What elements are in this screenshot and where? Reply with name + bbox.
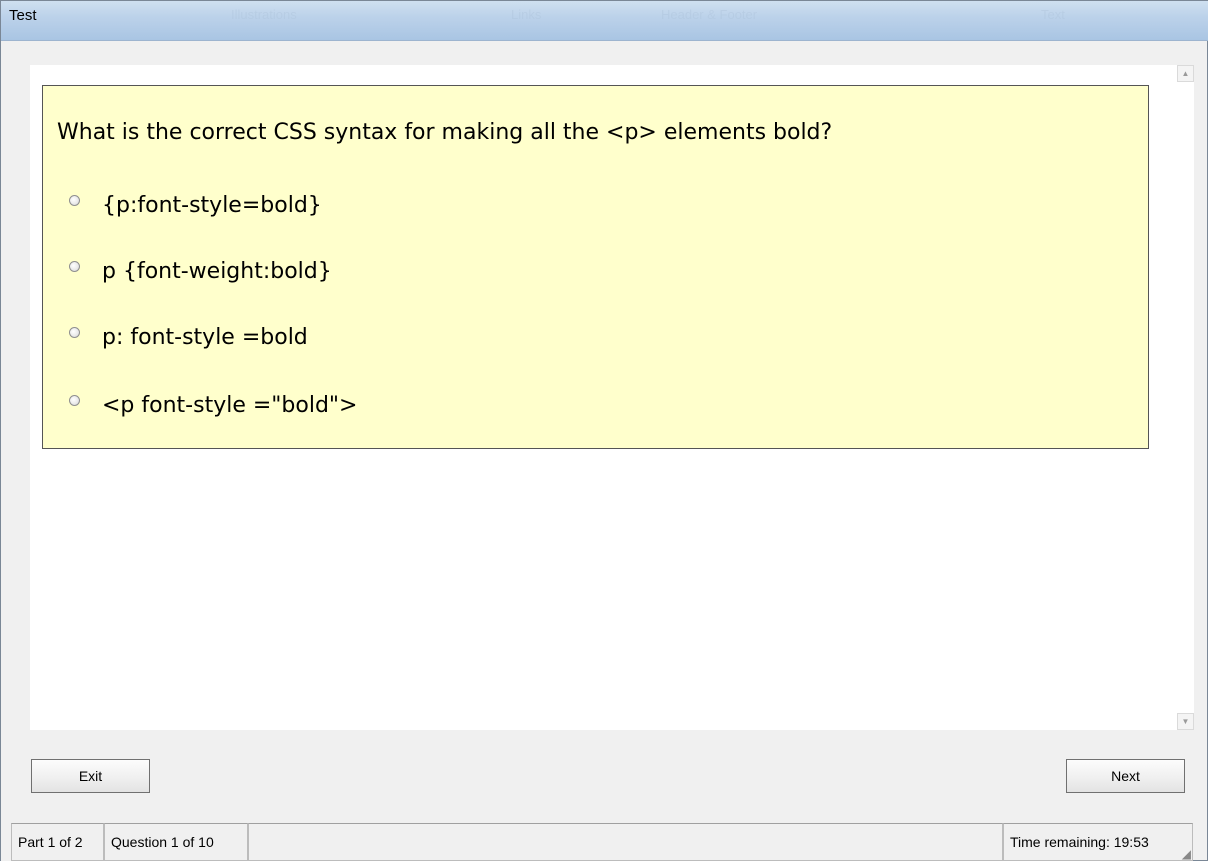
ghost-ribbon-item: Links (511, 7, 542, 22)
question-box: What is the correct CSS syntax for makin… (42, 85, 1149, 449)
client-area: What is the correct CSS syntax for makin… (11, 41, 1201, 821)
window-title: Test (9, 7, 37, 24)
ghost-ribbon-item: Illustrations (231, 7, 297, 22)
answer-option-4[interactable]: <p font-style ="bold"> (69, 390, 357, 420)
title-bar[interactable]: Test Illustrations Links Header & Footer… (1, 1, 1208, 41)
answer-label: {p:font-style=bold} (102, 192, 322, 218)
resize-grip-icon[interactable]: ◢ (1177, 847, 1191, 861)
answer-option-3[interactable]: p: font-style =bold (69, 322, 308, 352)
question-panel: What is the correct CSS syntax for makin… (30, 65, 1194, 730)
status-part: Part 1 of 2 (11, 823, 104, 861)
status-bar: Part 1 of 2 Question 1 of 10 Time remain… (1, 823, 1193, 861)
test-window: Test Illustrations Links Header & Footer… (0, 0, 1208, 861)
answer-option-2[interactable]: p {font-weight:bold} (69, 256, 332, 286)
radio-button[interactable] (69, 394, 80, 406)
status-question-count: Question 1 of 10 (104, 823, 248, 861)
ghost-ribbon-item: Header & Footer (661, 7, 758, 22)
answer-label: <p font-style ="bold"> (102, 392, 358, 418)
ghost-ribbon-item: Text (1041, 7, 1065, 22)
question-text: What is the correct CSS syntax for makin… (57, 120, 833, 145)
answer-label: p {font-weight:bold} (102, 258, 332, 284)
radio-button[interactable] (69, 326, 80, 338)
radio-button[interactable] (69, 260, 80, 272)
next-button[interactable]: Next (1066, 759, 1185, 793)
scroll-down-arrow-icon[interactable]: ▼ (1177, 713, 1194, 730)
radio-button[interactable] (69, 194, 80, 206)
status-time-remaining: Time remaining: 19:53 (1003, 823, 1193, 861)
scroll-up-arrow-icon[interactable]: ▲ (1177, 65, 1194, 82)
answer-option-1[interactable]: {p:font-style=bold} (69, 190, 322, 220)
exit-button[interactable]: Exit (31, 759, 150, 793)
answer-label: p: font-style =bold (102, 324, 308, 350)
status-empty-panel (248, 823, 1003, 861)
